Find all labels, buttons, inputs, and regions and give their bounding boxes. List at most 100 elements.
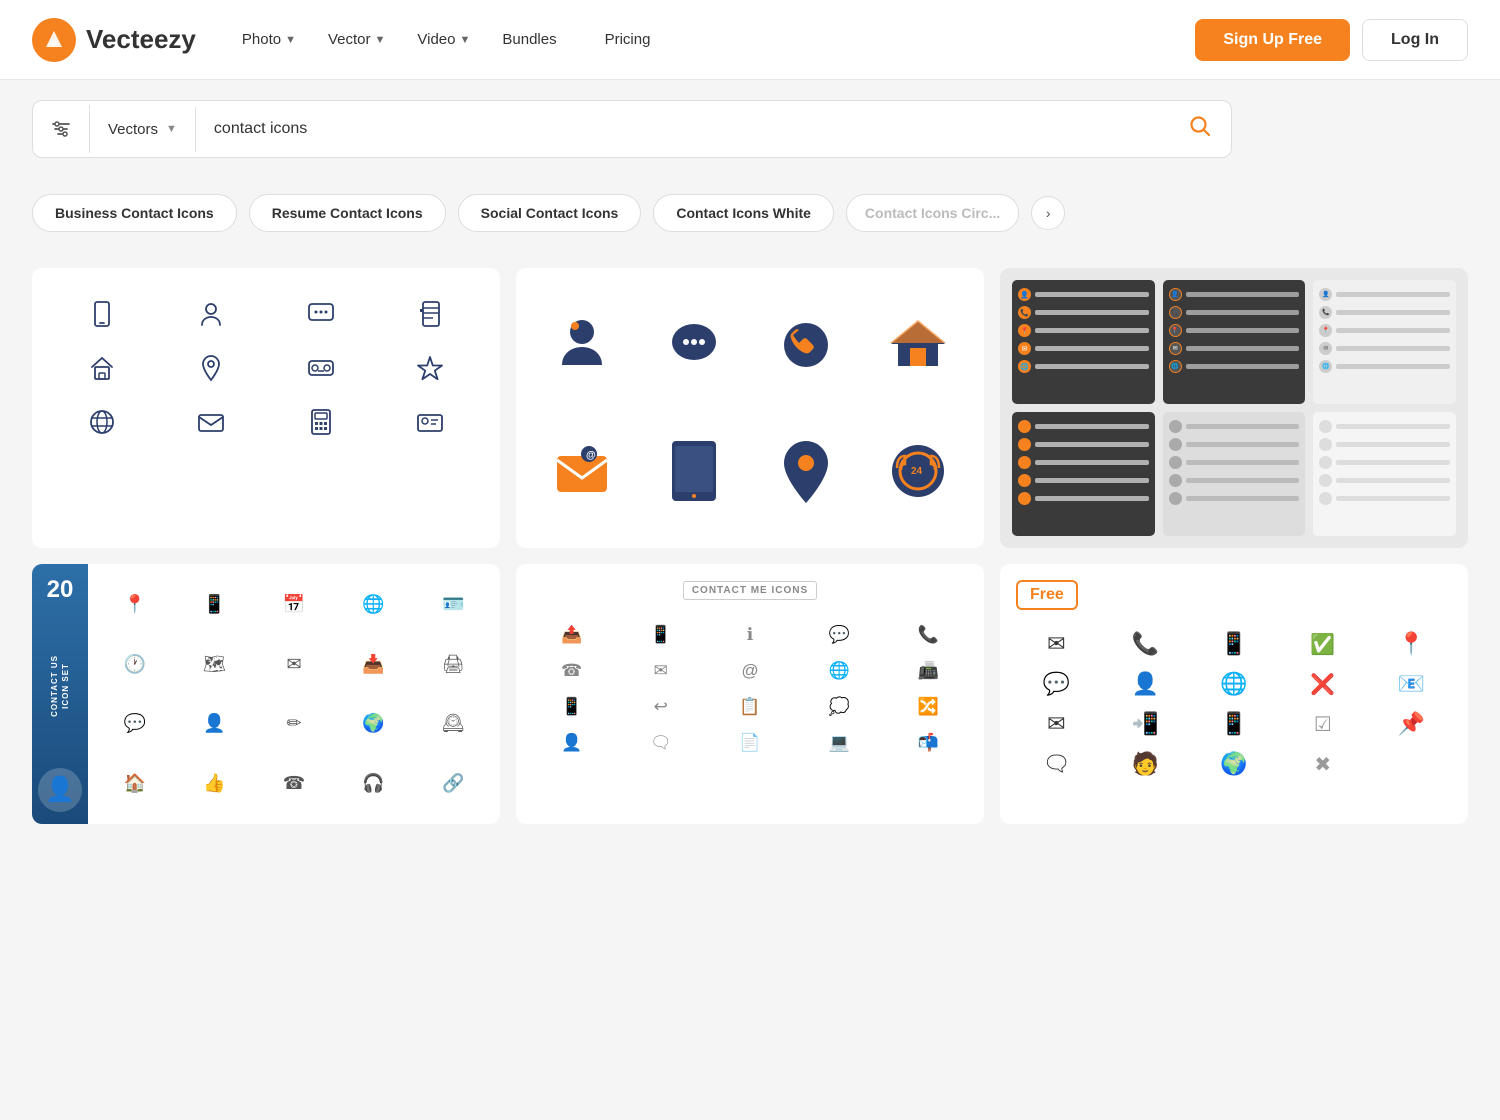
search-bar: Vectors ▼ xyxy=(32,100,1232,158)
mail-icon xyxy=(193,404,229,440)
cmi-person3: 👤 xyxy=(559,730,585,756)
notebook-icon xyxy=(412,296,448,332)
nav-pricing[interactable]: Pricing xyxy=(591,23,665,56)
search-section: Vectors ▼ xyxy=(0,80,1500,178)
si-globe2: 🌐 xyxy=(360,591,388,619)
chat-icon xyxy=(303,296,339,332)
card4-layout: 20 CONTACT USICON SET 👤 📍 📱 📅 🌐 🪪 🕐 🗺 ✉ … xyxy=(32,564,500,824)
nav-pricing-label: Pricing xyxy=(605,31,651,48)
location-pin-icon xyxy=(193,350,229,386)
house-icon xyxy=(883,310,953,380)
contact-block-light-2 xyxy=(1163,412,1306,536)
nav-video[interactable]: Video ▼ xyxy=(403,23,484,56)
header: Vecteezy Photo ▼ Vector ▼ Video ▼ Bundle… xyxy=(0,0,1500,80)
search-input[interactable] xyxy=(196,106,1169,152)
cmi-globe4: 🌐 xyxy=(826,658,852,684)
si-edit: ✏ xyxy=(280,710,308,738)
cmi-tab-forward: 📤 xyxy=(559,622,585,648)
free-badge: Free xyxy=(1016,580,1078,610)
si-mobile: 📱 xyxy=(200,591,228,619)
filter-icon xyxy=(51,119,71,139)
card6-layout: Free ✉ 📞 📱 ✅ 📍 💬 👤 🌐 ❌ 📧 ✉ 📲 xyxy=(1000,564,1468,824)
contact-block-dark-1: 👤 📞 📍 ✉ xyxy=(1012,280,1155,404)
si-map: 🗺 xyxy=(200,650,228,678)
filter-tag-business[interactable]: Business Contact Icons xyxy=(32,194,237,232)
contact-block-dark-3 xyxy=(1012,412,1155,536)
fc-pin-solid2: 📌 xyxy=(1396,708,1428,740)
nav-vector[interactable]: Vector ▼ xyxy=(314,23,399,56)
fc-phone-ring: 📲 xyxy=(1129,708,1161,740)
si-clock: 🕐 xyxy=(121,650,149,678)
nav-bundles[interactable]: Bundles xyxy=(488,23,570,56)
nav-photo[interactable]: Photo ▼ xyxy=(228,23,310,56)
header-actions: Sign Up Free Log In xyxy=(1195,19,1468,61)
cmi-phone: 📱 xyxy=(648,622,674,648)
filter-tag-resume[interactable]: Resume Contact Icons xyxy=(249,194,446,232)
fc-x-circle2: ✖ xyxy=(1307,748,1339,780)
fc-person-solid2: 🧑 xyxy=(1129,748,1161,780)
filter-tag-white[interactable]: Contact Icons White xyxy=(653,194,834,232)
filter-tag-circ[interactable]: Contact Icons Circ... xyxy=(846,194,1019,232)
cmi-phone2: ☎ xyxy=(559,658,585,684)
support-person-icon xyxy=(547,310,617,380)
card-free-contact-icons[interactable]: Free ✉ 📞 📱 ✅ 📍 💬 👤 🌐 ❌ 📧 ✉ 📲 xyxy=(1000,564,1468,824)
telephone-icon xyxy=(771,310,841,380)
fc-mobile-solid: 📱 xyxy=(1218,708,1250,740)
card-business-contact-icons[interactable] xyxy=(32,268,500,548)
fc-x-circle: ❌ xyxy=(1307,668,1339,700)
svg-text:@: @ xyxy=(586,450,596,461)
nav-video-label: Video xyxy=(417,31,455,48)
fc-phone-solid: 📞 xyxy=(1129,628,1161,660)
category-chevron-icon: ▼ xyxy=(166,123,177,135)
logo[interactable]: Vecteezy xyxy=(32,18,196,62)
si-chat2: 💬 xyxy=(121,710,149,738)
si-support2: 🎧 xyxy=(360,769,388,797)
cmi-mailbox: 📬 xyxy=(915,730,941,756)
email-envelope-icon: @ xyxy=(547,436,617,506)
main-nav: Photo ▼ Vector ▼ Video ▼ Bundles Pricing xyxy=(228,23,1163,56)
fc-person-solid: 👤 xyxy=(1129,668,1161,700)
filter-button[interactable] xyxy=(33,105,90,153)
fc-check-circle: ✅ xyxy=(1307,628,1339,660)
tablet-icon xyxy=(664,436,724,506)
signup-button[interactable]: Sign Up Free xyxy=(1195,19,1350,61)
cmi-chat3: 💬 xyxy=(826,622,852,648)
fc-mail-solid2: 📧 xyxy=(1396,668,1428,700)
cmi-doc: 📄 xyxy=(737,730,763,756)
filter-next-button[interactable]: › xyxy=(1031,196,1065,230)
cmi-tablet2: 📱 xyxy=(559,694,585,720)
filter-tag-social[interactable]: Social Contact Icons xyxy=(458,194,642,232)
calculator-icon xyxy=(303,404,339,440)
search-submit-button[interactable] xyxy=(1169,101,1231,157)
card-contact-me-icons[interactable]: Contact Me Icons 📤 📱 ℹ 💬 📞 ☎ ✉ @ 🌐 📠 📱 ↩… xyxy=(516,564,984,824)
fc-globe-solid2: 🌍 xyxy=(1218,748,1250,780)
si-calendar: 📅 xyxy=(280,591,308,619)
globe-icon xyxy=(84,404,120,440)
si-link: 🔗 xyxy=(439,769,467,797)
results-grid-row1: @ xyxy=(32,268,1468,548)
fc-pin-solid: 📍 xyxy=(1396,628,1428,660)
cmi-bubble: 💭 xyxy=(826,694,852,720)
si-person2: 👤 xyxy=(200,710,228,738)
vecteezy-logo-svg xyxy=(42,28,66,52)
cmi-fax: 📠 xyxy=(915,658,941,684)
si-phone2: ☎ xyxy=(280,769,308,797)
fc-mail-outline: ✉ xyxy=(1040,708,1072,740)
fc-chat-solid: 💬 xyxy=(1040,668,1072,700)
nav-video-chevron: ▼ xyxy=(459,34,470,46)
nav-photo-label: Photo xyxy=(242,31,281,48)
main-content: @ xyxy=(0,252,1500,856)
card4-sidebar-num: 20 xyxy=(47,576,74,604)
category-selector[interactable]: Vectors ▼ xyxy=(90,107,196,152)
card6-icons-grid: ✉ 📞 📱 ✅ 📍 💬 👤 🌐 ❌ 📧 ✉ 📲 📱 ☑ 📌 xyxy=(1016,628,1452,780)
card-flat-contact-icons[interactable]: @ xyxy=(516,268,984,548)
cmi-info: ℹ xyxy=(737,622,763,648)
star-icon xyxy=(412,350,448,386)
card4-icons-area: 📍 📱 📅 🌐 🪪 🕐 🗺 ✉ 📥 🖨 💬 👤 ✏ 🌍 🕰 🏠 xyxy=(88,564,500,824)
nav-bundles-label: Bundles xyxy=(502,31,556,48)
nav-vector-label: Vector xyxy=(328,31,371,48)
login-button[interactable]: Log In xyxy=(1362,19,1468,61)
cmi-call: 📞 xyxy=(915,622,941,648)
card-contact-icons-white[interactable]: 👤 📞 📍 ✉ xyxy=(1000,268,1468,548)
card-20-contact-icons[interactable]: 20 CONTACT USICON SET 👤 📍 📱 📅 🌐 🪪 🕐 🗺 ✉ … xyxy=(32,564,500,824)
